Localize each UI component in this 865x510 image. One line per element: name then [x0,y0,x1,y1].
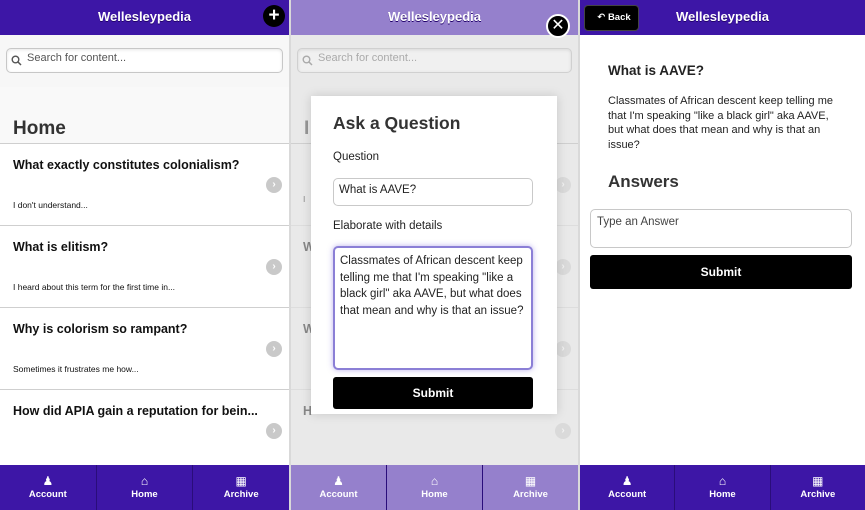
home-content: Home What exactly constitutes colonialis… [0,87,289,472]
app-title: Wellesleypedia [388,9,481,24]
grid-icon: ▦ [524,474,537,488]
ask-question-screen: Wellesleypedia ✕ I I› W› W› H› Ask a Que… [291,0,578,510]
search-field-wrapper [297,48,572,73]
faded-text: I [303,194,306,204]
user-icon: ♟ [621,474,633,488]
question-title: What is AAVE? [608,63,705,78]
tab-home[interactable]: ⌂ Home [675,465,771,510]
question-title: How did APIA gain a reputation for bein.… [13,404,258,418]
question-input[interactable]: What is AAVE? [333,178,533,206]
chevron-right-icon: › [266,423,282,439]
user-icon: ♟ [333,474,344,488]
home-screen: Wellesleypedia + Home What exactly const… [0,0,289,510]
chevron-right-icon: › [555,341,571,357]
back-button[interactable]: ↶ Back [584,5,639,31]
tab-label: Home [131,489,158,500]
tab-label: Home [709,489,736,500]
tab-home: ⌂ Home [387,465,483,510]
question-title: Why is colorism so rampant? [13,322,188,336]
search-icon [11,55,22,66]
tab-home[interactable]: ⌂ Home [97,465,194,510]
home-icon: ⌂ [140,474,149,488]
list-item[interactable]: Why is colorism so rampant? Sometimes it… [0,308,289,390]
home-icon: ⌂ [718,474,727,488]
tab-bar: ♟ Account ⌂ Home ▦ Archive [580,465,865,510]
close-dialog-button[interactable]: ✕ [546,14,570,38]
tab-archive: ▦ Archive [483,465,578,510]
tab-bar: ♟ Account ⌂ Home ▦ Archive [291,465,578,510]
search-bar [291,35,578,87]
back-arrow-icon: ↶ [597,12,606,23]
home-icon: ⌂ [430,474,439,488]
answers-heading: Answers [608,172,679,191]
page-title: Home [13,118,66,139]
question-body: Classmates of African descent keep telli… [608,95,834,151]
tab-label: Home [421,489,448,500]
user-icon: ♟ [42,474,54,488]
app-header: Wellesleypedia + [0,0,289,35]
question-preview: Sometimes it frustrates me how... [13,364,139,374]
submit-button[interactable]: Submit [333,377,533,409]
question-list: What exactly constitutes colonialism? I … [0,143,289,472]
tab-archive[interactable]: ▦ Archive [771,465,865,510]
tab-label: Account [608,489,647,500]
question-title: What exactly constitutes colonialism? [13,158,240,172]
app-header: Wellesleypedia [291,0,578,35]
question-preview: I heard about this term for the first ti… [13,282,176,292]
grid-icon: ▦ [235,474,247,488]
question-preview: I don't understand... [13,200,88,210]
app-title: Wellesleypedia [98,9,191,24]
chevron-right-icon: › [555,177,571,193]
details-textarea[interactable]: Classmates of African descent keep telli… [333,246,533,370]
tab-account: ♟ Account [291,465,387,510]
plus-icon: + [268,5,280,26]
tab-label: Account [319,489,358,500]
question-title: What is elitism? [13,240,109,254]
list-item[interactable]: What exactly constitutes colonialism? I … [0,144,289,226]
chevron-right-icon: › [266,177,282,193]
tab-account[interactable]: ♟ Account [0,465,97,510]
chevron-right-icon: › [266,259,282,275]
search-field-wrapper [6,48,283,73]
tab-label: Account [28,489,67,500]
details-label: Elaborate with details [333,220,443,232]
search-icon [302,55,313,66]
tab-label: Archive [800,489,836,500]
back-label: Back [607,12,631,23]
search-input[interactable] [27,52,267,64]
close-icon: ✕ [551,17,565,34]
tab-archive[interactable]: ▦ Archive [193,465,289,510]
search-input [318,52,558,64]
dialog-title: Ask a Question [333,113,461,133]
tab-label: Archive [223,489,259,500]
tab-bar: ♟ Account ⌂ Home ▦ Archive [0,465,289,510]
grid-icon: ▦ [812,474,824,488]
question-detail: What is AAVE? Classmates of African desc… [580,35,865,465]
chevron-right-icon: › [555,423,571,439]
add-question-button[interactable]: + [263,5,285,27]
app-title: Wellesleypedia [676,9,769,24]
tab-label: Archive [513,489,548,500]
app-header: ↶ Back Wellesleypedia [580,0,865,35]
list-item[interactable]: What is elitism? I heard about this term… [0,226,289,308]
search-bar [0,35,289,87]
chevron-right-icon: › [266,341,282,357]
answer-input[interactable]: Type an Answer [590,209,852,248]
list-item[interactable]: How did APIA gain a reputation for bein.… [0,390,289,472]
tab-account[interactable]: ♟ Account [580,465,676,510]
ask-question-dialog: Ask a Question Question What is AAVE? El… [311,96,557,414]
submit-answer-button[interactable]: Submit [590,255,852,289]
faded-title: I [304,118,310,139]
chevron-right-icon: › [555,259,571,275]
question-label: Question [333,151,380,163]
question-detail-screen: ↶ Back Wellesleypedia What is AAVE? Clas… [580,0,865,510]
